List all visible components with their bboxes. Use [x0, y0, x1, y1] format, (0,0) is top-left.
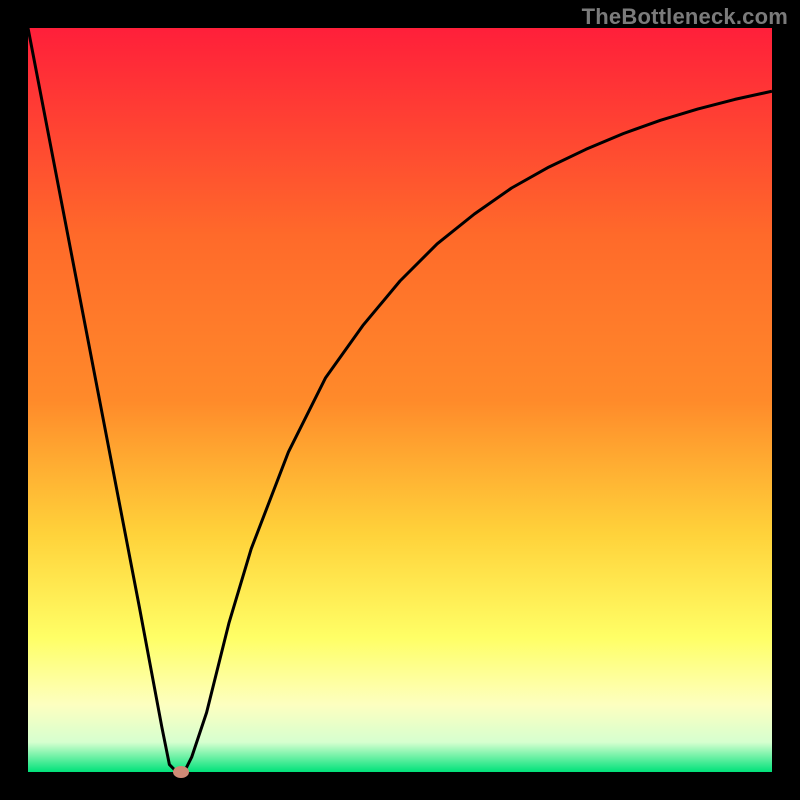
- plot-area: [28, 28, 772, 772]
- bottleneck-curve: [28, 28, 772, 772]
- watermark-text: TheBottleneck.com: [582, 4, 788, 30]
- chart-frame: TheBottleneck.com: [0, 0, 800, 800]
- optimal-point-marker: [173, 766, 189, 778]
